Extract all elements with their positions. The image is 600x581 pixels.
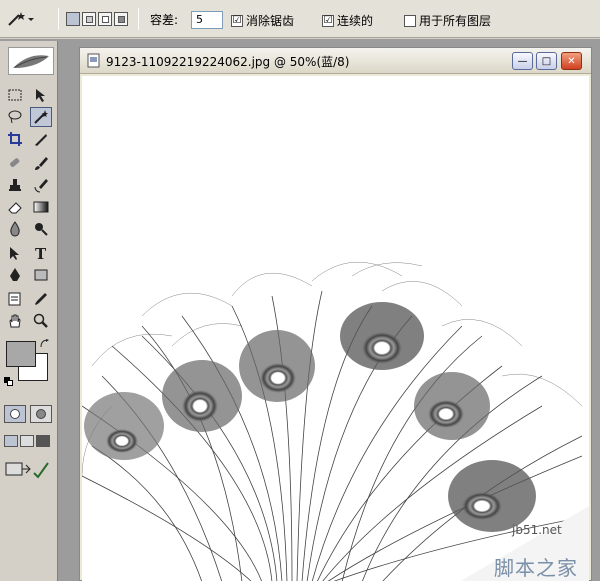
separator bbox=[58, 8, 59, 30]
tolerance-label: 容差: bbox=[150, 11, 178, 28]
contiguous-checkbox[interactable]: ☑ 连续的 bbox=[322, 12, 373, 29]
notes-tool[interactable] bbox=[4, 289, 26, 309]
standard-screen-mode-button[interactable] bbox=[4, 435, 18, 447]
maximize-icon: □ bbox=[541, 55, 552, 67]
minimize-icon: — bbox=[517, 55, 528, 67]
brush-tool[interactable] bbox=[30, 153, 52, 173]
image-canvas[interactable] bbox=[82, 76, 589, 581]
blur-tool[interactable] bbox=[4, 219, 26, 239]
pen-tool[interactable] bbox=[4, 265, 26, 285]
full-screen-menu-mode-button[interactable] bbox=[20, 435, 34, 447]
toolbox: T bbox=[0, 41, 58, 581]
document-titlebar[interactable]: 9123-11092219224062.jpg @ 50%(蓝/8) — □ ✕ bbox=[80, 48, 591, 74]
anti-alias-checkbox[interactable]: ☑ 消除锯齿 bbox=[231, 12, 294, 29]
hand-tool[interactable] bbox=[4, 311, 26, 331]
separator bbox=[138, 8, 139, 30]
slice-tool[interactable] bbox=[30, 129, 52, 149]
all-layers-label: 用于所有图层 bbox=[419, 14, 492, 28]
add-to-selection-button[interactable] bbox=[82, 12, 96, 26]
crop-tool[interactable] bbox=[4, 129, 26, 149]
swap-colors-icon[interactable] bbox=[40, 339, 50, 349]
subtract-selection-button[interactable] bbox=[98, 12, 112, 26]
foreground-color-swatch[interactable] bbox=[6, 341, 36, 367]
marquee-tool[interactable] bbox=[4, 85, 26, 105]
clone-stamp-tool[interactable] bbox=[4, 175, 26, 195]
contiguous-label: 连续的 bbox=[337, 14, 374, 28]
eyedropper-tool[interactable] bbox=[30, 289, 52, 309]
document-icon bbox=[86, 53, 101, 68]
magic-wand-tool[interactable] bbox=[30, 107, 52, 127]
all-layers-checkbox[interactable]: 用于所有图层 bbox=[404, 12, 491, 29]
full-screen-mode-button[interactable] bbox=[36, 435, 50, 447]
anti-alias-check[interactable]: ☑ bbox=[231, 14, 243, 27]
svg-text:T: T bbox=[35, 245, 47, 261]
tolerance-input[interactable]: 5 bbox=[191, 11, 223, 29]
type-tool[interactable]: T bbox=[30, 243, 52, 263]
tolerance-label-text: 容差: bbox=[150, 13, 179, 27]
color-swatches bbox=[4, 339, 54, 389]
move-tool[interactable] bbox=[30, 85, 52, 105]
close-icon: ✕ bbox=[567, 55, 576, 67]
default-colors-icon[interactable] bbox=[4, 377, 14, 387]
feather-thumbnail[interactable] bbox=[8, 47, 54, 75]
options-bar: 容差: 5 ☑ 消除锯齿 ☑ 连续的 用于所有图层 bbox=[0, 0, 600, 38]
gradient-tool[interactable] bbox=[30, 197, 52, 217]
intersect-selection-button[interactable] bbox=[114, 12, 128, 26]
anti-alias-label: 消除锯齿 bbox=[246, 14, 295, 28]
watermark-name: 脚本之家 bbox=[494, 556, 578, 580]
magic-wand-preset-icon[interactable] bbox=[6, 10, 36, 28]
document-window: 9123-11092219224062.jpg @ 50%(蓝/8) — □ ✕ bbox=[79, 47, 592, 581]
dodge-tool[interactable] bbox=[30, 219, 52, 239]
peacock-feathers-image bbox=[82, 76, 589, 581]
standard-mode-button[interactable] bbox=[4, 405, 26, 423]
zoom-tool[interactable] bbox=[30, 311, 52, 331]
lasso-tool[interactable] bbox=[4, 107, 26, 127]
minimize-button[interactable]: — bbox=[512, 52, 533, 70]
new-selection-button[interactable] bbox=[66, 12, 80, 26]
maximize-button[interactable]: □ bbox=[536, 52, 557, 70]
contiguous-check[interactable]: ☑ bbox=[322, 14, 334, 27]
path-selection-tool[interactable] bbox=[4, 243, 26, 263]
shape-tool[interactable] bbox=[30, 265, 52, 285]
eraser-tool[interactable] bbox=[4, 197, 26, 217]
jump-to-imageready-button[interactable] bbox=[4, 459, 52, 481]
watermark-site: jb51.net bbox=[512, 523, 562, 537]
all-layers-check[interactable] bbox=[404, 14, 416, 27]
document-title: 9123-11092219224062.jpg @ 50%(蓝/8) bbox=[106, 55, 350, 69]
quick-mask-mode-button[interactable] bbox=[30, 405, 52, 423]
history-brush-tool[interactable] bbox=[30, 175, 52, 195]
close-button[interactable]: ✕ bbox=[561, 52, 582, 70]
healing-brush-tool[interactable] bbox=[4, 153, 26, 173]
